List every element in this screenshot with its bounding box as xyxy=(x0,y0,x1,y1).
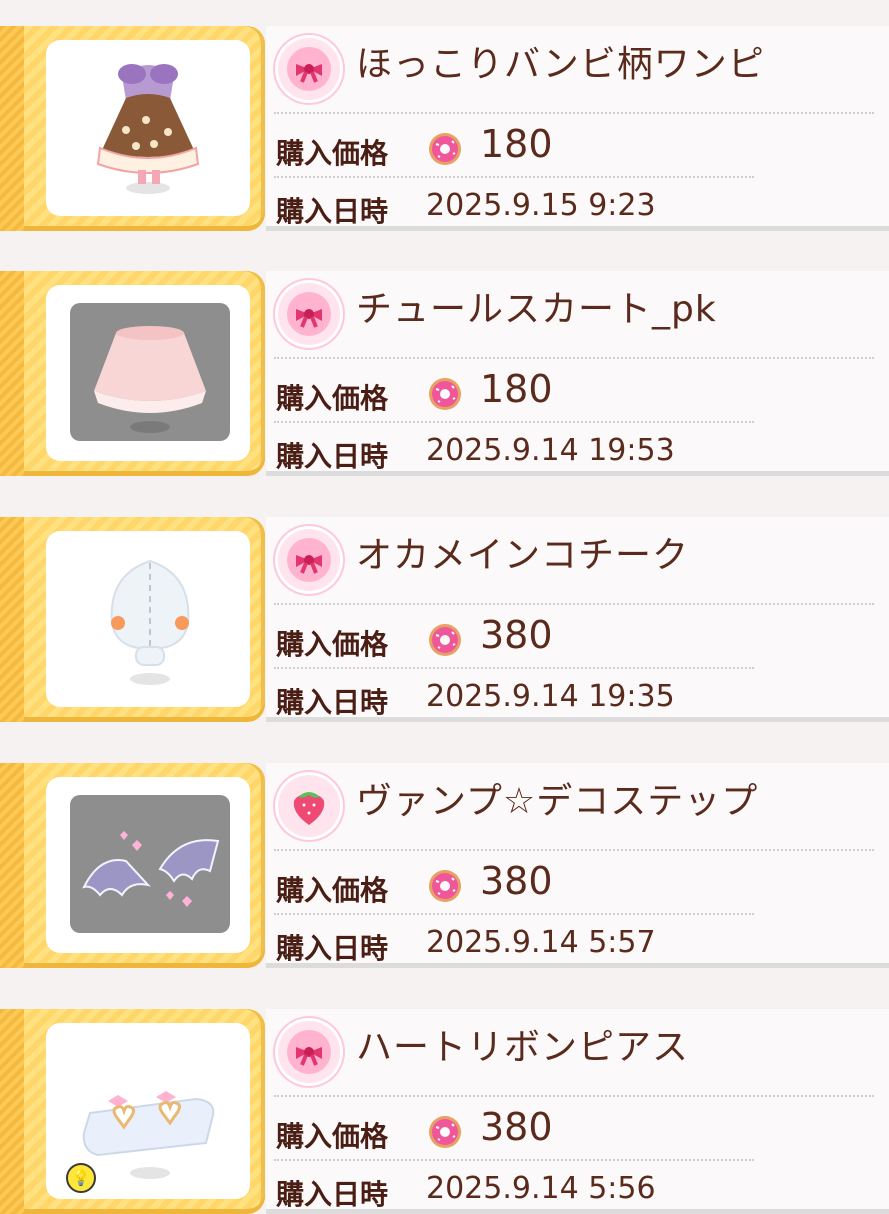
list-item[interactable]: オカメインコチーク 購入価格 380 購入日時 2025.9.14 19:35 xyxy=(0,517,889,722)
list-item[interactable]: ほっこりバンビ柄ワンピ 購入価格 180 購入日時 2025.9.15 9:23 xyxy=(0,26,889,231)
divider xyxy=(274,1159,754,1161)
divider xyxy=(274,176,754,178)
item-info: ヴァンプ☆デコステップ 購入価格 380 購入日時 2025.9.14 5:57 xyxy=(266,763,889,968)
list-item[interactable]: 💡 ハートリボンピアス 購入価格 380 購入日時 2025.9.14 5:56 xyxy=(0,1009,889,1214)
item-date: 2025.9.14 5:56 xyxy=(426,1171,656,1206)
item-date: 2025.9.14 19:35 xyxy=(426,679,675,714)
item-info: オカメインコチーク 購入価格 380 購入日時 2025.9.14 19:35 xyxy=(266,517,889,722)
divider xyxy=(274,603,874,605)
ribbon-icon xyxy=(278,283,340,345)
item-thumbnail[interactable] xyxy=(0,517,265,722)
date-label: 購入日時 xyxy=(276,932,389,965)
item-thumbnail[interactable] xyxy=(0,271,265,476)
item-name: オカメインコチーク xyxy=(356,535,690,576)
price-label: 購入価格 xyxy=(276,382,389,415)
item-price: 380 xyxy=(480,1105,553,1149)
date-label: 購入日時 xyxy=(276,440,389,473)
item-date: 2025.9.14 5:57 xyxy=(426,925,656,960)
date-label: 購入日時 xyxy=(276,1178,389,1211)
item-price: 380 xyxy=(480,613,553,657)
item-thumbnail[interactable]: 💡 xyxy=(0,1009,265,1214)
divider xyxy=(274,849,874,851)
item-price: 380 xyxy=(480,859,553,903)
item-info: ハートリボンピアス 購入価格 380 購入日時 2025.9.14 5:56 xyxy=(266,1009,889,1214)
item-thumbnail[interactable] xyxy=(0,26,265,231)
item-name: ほっこりバンビ柄ワンピ xyxy=(356,44,765,85)
item-price: 180 xyxy=(480,122,553,166)
donut-icon xyxy=(429,624,461,656)
price-label: 購入価格 xyxy=(276,1120,389,1153)
blush-icon xyxy=(110,559,190,685)
date-label: 購入日時 xyxy=(276,195,389,228)
divider xyxy=(274,913,754,915)
donut-icon xyxy=(429,870,461,902)
item-date: 2025.9.15 9:23 xyxy=(426,188,656,223)
divider xyxy=(274,357,874,359)
ribbon-icon xyxy=(278,1021,340,1083)
list-item[interactable]: ヴァンプ☆デコステップ 購入価格 380 購入日時 2025.9.14 5:57 xyxy=(0,763,889,968)
price-label: 購入価格 xyxy=(276,137,389,170)
donut-icon xyxy=(429,133,461,165)
item-thumbnail[interactable] xyxy=(0,763,265,968)
divider xyxy=(274,1095,874,1097)
list-item[interactable]: チュールスカート_pk 購入価格 180 購入日時 2025.9.14 19:5… xyxy=(0,271,889,476)
item-info: チュールスカート_pk 購入価格 180 購入日時 2025.9.14 19:5… xyxy=(266,271,889,476)
item-name: ハートリボンピアス xyxy=(356,1027,690,1068)
price-label: 購入価格 xyxy=(276,628,389,661)
donut-icon xyxy=(429,1116,461,1148)
strawberry-icon xyxy=(278,775,340,837)
divider xyxy=(274,667,754,669)
divider xyxy=(274,421,754,423)
item-date: 2025.9.14 19:53 xyxy=(426,433,675,468)
ribbon-icon xyxy=(278,529,340,591)
lightbulb-icon[interactable]: 💡 xyxy=(66,1163,96,1193)
skirt-icon xyxy=(94,326,206,433)
donut-icon xyxy=(429,378,461,410)
date-label: 購入日時 xyxy=(276,686,389,719)
item-name: ヴァンプ☆デコステップ xyxy=(356,781,759,822)
price-label: 購入価格 xyxy=(276,874,389,907)
ribbon-icon xyxy=(278,38,340,100)
divider xyxy=(274,112,874,114)
item-name: チュールスカート_pk xyxy=(356,289,717,330)
dress-icon xyxy=(96,64,200,194)
wings-icon xyxy=(82,831,220,907)
item-price: 180 xyxy=(480,367,553,411)
item-info: ほっこりバンビ柄ワンピ 購入価格 180 購入日時 2025.9.15 9:23 xyxy=(266,26,889,231)
